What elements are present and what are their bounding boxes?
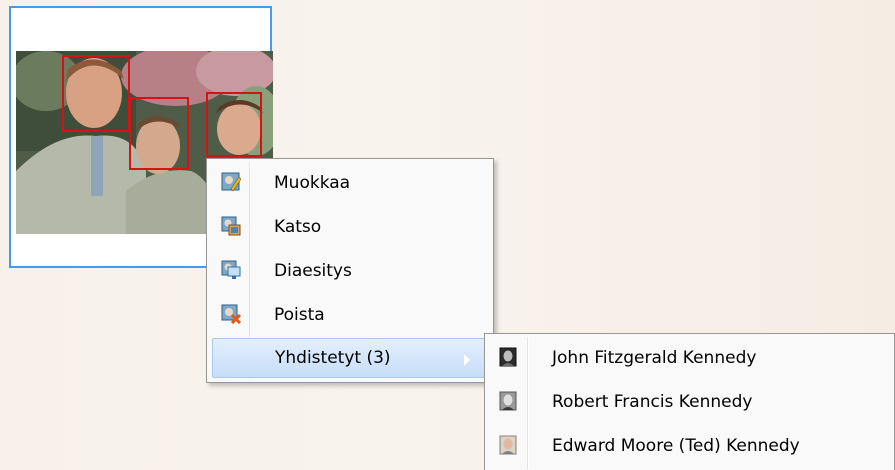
person-thumbnail-icon	[499, 347, 519, 367]
person-thumbnail-icon	[499, 391, 519, 411]
menu-item-linked[interactable]: Yhdistetyt (3)	[212, 338, 489, 378]
submenu-item-label: John Fitzgerald Kennedy	[552, 348, 757, 368]
menu-item-view[interactable]: Katso	[209, 205, 491, 249]
menu-item-label: Poista	[274, 305, 325, 325]
view-icon	[221, 216, 241, 236]
menu-item-label: Katso	[274, 217, 322, 237]
edit-icon	[221, 172, 242, 192]
chevron-right-icon	[464, 354, 470, 366]
face-box-edward[interactable]	[206, 92, 262, 157]
person-thumbnail-icon	[499, 435, 519, 455]
slideshow-icon	[221, 260, 241, 280]
submenu-item-label: Robert Francis Kennedy	[552, 392, 753, 412]
menu-item-label: Yhdistetyt (3)	[275, 348, 391, 368]
menu-item-slideshow[interactable]: Diaesitys	[209, 249, 491, 293]
submenu-item-robert[interactable]: Robert Francis Kennedy	[487, 380, 892, 424]
menu-item-label: Diaesitys	[274, 261, 352, 281]
face-box-robert[interactable]	[129, 97, 189, 170]
menu-item-edit[interactable]: Muokkaa	[209, 161, 491, 205]
submenu-item-edward[interactable]: Edward Moore (Ted) Kennedy	[487, 424, 892, 468]
menu-item-delete[interactable]: Poista	[209, 293, 491, 337]
linked-people-submenu: John Fitzgerald Kennedy Robert Francis K…	[484, 333, 895, 470]
face-box-john[interactable]	[62, 55, 130, 132]
context-menu: Muokkaa Katso Diaesitys Poista Yhdistety…	[206, 158, 494, 383]
submenu-item-john[interactable]: John Fitzgerald Kennedy	[487, 336, 892, 380]
delete-icon	[221, 304, 242, 325]
menu-item-label: Muokkaa	[274, 173, 351, 193]
submenu-item-label: Edward Moore (Ted) Kennedy	[552, 436, 800, 456]
